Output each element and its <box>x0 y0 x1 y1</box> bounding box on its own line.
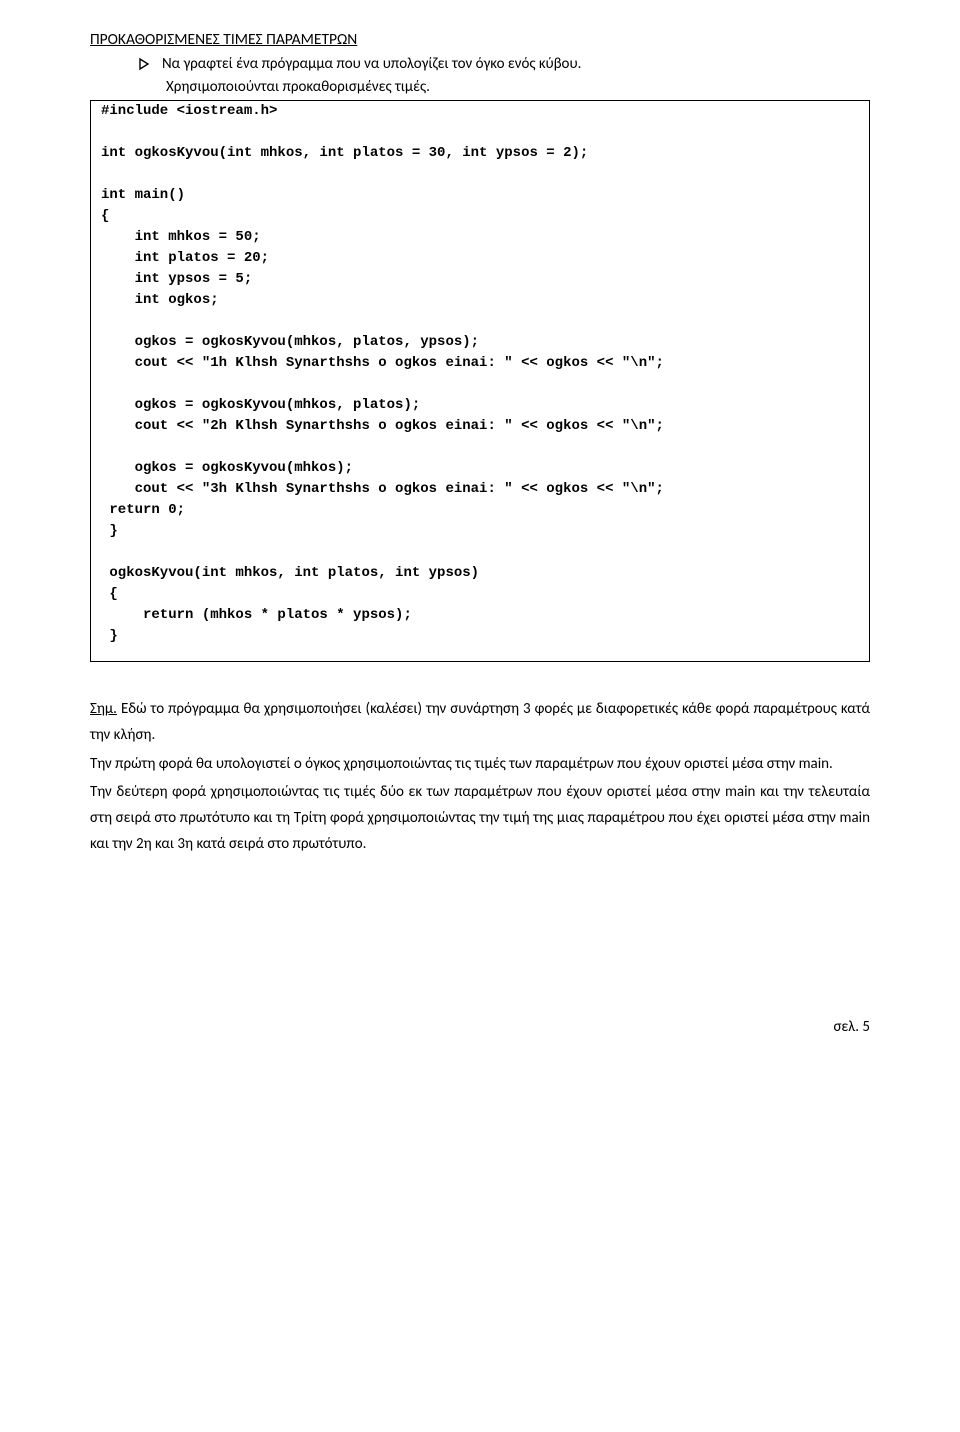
bullet-item: Να γραφτεί ένα πρόγραμμα που να υπολογίζ… <box>138 55 870 76</box>
code-line: int main() <box>101 187 185 203</box>
code-line: int ogkos; <box>101 292 219 308</box>
code-line: return (mhkos * platos * ypsos); <box>101 607 412 623</box>
code-line: ogkosKyvou(int mhkos, int platos, int yp… <box>101 565 479 581</box>
code-line: int ypsos = 5; <box>101 271 252 287</box>
note-text: Εδώ το πρόγραμμα θα χρησιμοποιήσει (καλέ… <box>90 700 870 744</box>
note-paragraph-1: Σημ. Εδώ το πρόγραμμα θα χρησιμοποιήσει … <box>90 696 870 749</box>
code-line: } <box>101 523 118 539</box>
code-block: #include <iostream.h> int ogkosKyvou(int… <box>90 100 870 662</box>
chevron-right-icon <box>138 57 152 76</box>
section-heading: ΠΡΟΚΑΘΟΡΙΣΜΕΝΕΣ ΤΙΜΕΣ ΠΑΡΑΜΕΤΡΩΝ <box>90 30 870 49</box>
note-paragraph-3: Την δεύτερη φορά χρησιμοποιώντας τις τιμ… <box>90 779 870 858</box>
bullet-text-line2: Χρησιμοποιούνται προκαθορισμένες τιμές. <box>166 78 870 96</box>
page-number: σελ. 5 <box>90 1018 870 1036</box>
code-line: #include <iostream.h> <box>101 103 277 119</box>
code-line: int platos = 20; <box>101 250 269 266</box>
code-line: } <box>101 628 118 644</box>
note-label: Σημ. <box>90 700 117 718</box>
code-line: cout << "3h Klhsh Synarthshs o ogkos ein… <box>101 481 664 497</box>
code-line: ogkos = ogkosKyvou(mhkos, platos, ypsos)… <box>101 334 479 350</box>
code-line: return 0; <box>101 502 185 518</box>
code-line: cout << "2h Klhsh Synarthshs o ogkos ein… <box>101 418 664 434</box>
code-line: { <box>101 208 109 224</box>
code-line: ogkos = ogkosKyvou(mhkos); <box>101 460 353 476</box>
note-paragraph-2: Την πρώτη φορά θα υπολογιστεί ο όγκος χρ… <box>90 751 870 777</box>
code-line: ogkos = ogkosKyvou(mhkos, platos); <box>101 397 420 413</box>
code-line: cout << "1h Klhsh Synarthshs o ogkos ein… <box>101 355 664 371</box>
bullet-text-line1: Να γραφτεί ένα πρόγραμμα που να υπολογίζ… <box>162 55 870 73</box>
code-line: int mhkos = 50; <box>101 229 261 245</box>
code-line: int ogkosKyvou(int mhkos, int platos = 3… <box>101 145 588 161</box>
code-line: { <box>101 586 118 602</box>
page: ΠΡΟΚΑΘΟΡΙΣΜΕΝΕΣ ΤΙΜΕΣ ΠΑΡΑΜΕΤΡΩΝ Να γραφ… <box>0 0 960 1076</box>
